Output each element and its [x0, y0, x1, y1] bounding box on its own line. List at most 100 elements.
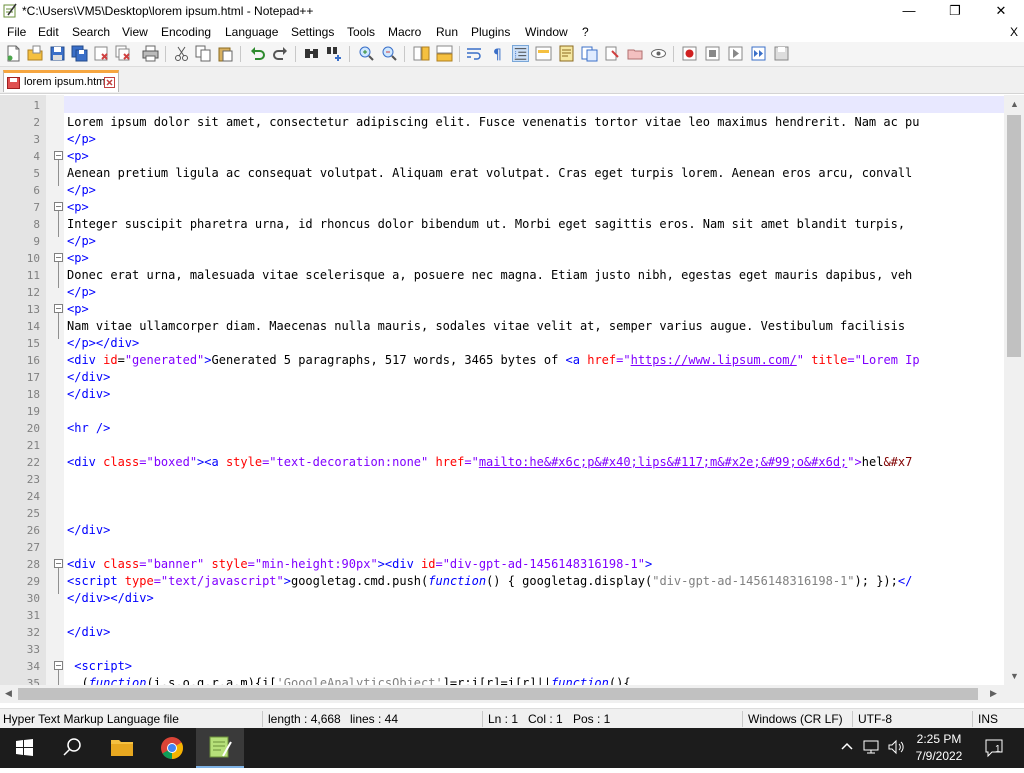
fold-toggle-icon[interactable] [54, 661, 63, 670]
word-wrap-icon[interactable] [466, 45, 483, 62]
menu-language[interactable]: Language [225, 25, 278, 39]
zoom-in-icon[interactable] [358, 45, 375, 62]
menu-file[interactable]: File [7, 25, 26, 39]
status-separator [972, 711, 973, 727]
sync-horizontal-icon[interactable] [436, 45, 453, 62]
network-icon[interactable] [862, 738, 882, 756]
replace-icon[interactable] [326, 45, 343, 62]
notepad-plus-plus-icon[interactable] [196, 728, 244, 768]
code-line: <div id="generated">Generated 5 paragrap… [67, 353, 920, 367]
paste-icon[interactable] [217, 45, 234, 62]
chrome-icon[interactable] [148, 728, 196, 768]
close-icon[interactable] [93, 45, 110, 62]
maximize-button[interactable]: ❐ [932, 0, 978, 22]
line-number: 29 [26, 575, 40, 588]
horizontal-scroll-thumb[interactable] [18, 688, 978, 700]
status-file-type: Hyper Text Markup Language file [3, 712, 179, 726]
code-line: Integer suscipit pharetra urna, id rhonc… [67, 217, 913, 231]
stop-recording-icon[interactable] [704, 45, 721, 62]
fold-toggle-icon[interactable] [54, 202, 63, 211]
status-encoding[interactable]: UTF-8 [858, 712, 892, 726]
redo-icon[interactable] [272, 45, 289, 62]
scroll-down-icon[interactable]: ▼ [1010, 671, 1019, 681]
folder-as-workspace-icon[interactable] [604, 45, 621, 62]
file-explorer-icon[interactable] [98, 728, 146, 768]
status-eol[interactable]: Windows (CR LF) [748, 712, 843, 726]
menu-macro[interactable]: Macro [388, 25, 421, 39]
code-line: </div></div> [67, 591, 154, 605]
cut-icon[interactable] [173, 45, 190, 62]
code-line: <p> [67, 149, 89, 163]
scroll-up-icon[interactable]: ▲ [1010, 99, 1019, 109]
menu-encoding[interactable]: Encoding [161, 25, 211, 39]
fold-toggle-icon[interactable] [54, 253, 63, 262]
line-number: 16 [26, 354, 40, 367]
indent-guide-icon[interactable] [512, 45, 529, 62]
link-lipsum-url[interactable]: https://www.lipsum.com/ [631, 353, 797, 367]
menu-view[interactable]: View [122, 25, 148, 39]
print-icon[interactable] [142, 45, 159, 62]
close-all-icon[interactable] [115, 45, 132, 62]
code-line: <script> [67, 659, 133, 673]
vertical-scrollbar[interactable]: ▲ ▼ [1004, 95, 1024, 685]
line-number: 21 [26, 439, 40, 452]
tab-close-icon[interactable] [104, 77, 115, 88]
code-line: </div> [67, 370, 111, 384]
menu-run[interactable]: Run [436, 25, 458, 39]
tab-lorem-ipsum-html[interactable]: lorem ipsum.html [3, 70, 119, 92]
save-macro-icon[interactable] [773, 45, 790, 62]
save-icon[interactable] [49, 45, 66, 62]
status-insert-mode[interactable]: INS [978, 712, 998, 726]
eye-icon[interactable] [650, 45, 667, 62]
playback-icon[interactable] [727, 45, 744, 62]
copy-icon[interactable] [195, 45, 212, 62]
fold-toggle-icon[interactable] [54, 151, 63, 160]
vertical-scroll-thumb[interactable] [1007, 115, 1021, 357]
show-all-characters-icon[interactable]: ¶ [489, 45, 506, 62]
open-file-icon[interactable] [27, 45, 44, 62]
status-pos: Pos : 1 [573, 712, 611, 726]
new-file-icon[interactable] [5, 45, 22, 62]
undo-icon[interactable] [249, 45, 266, 62]
scroll-right-icon[interactable]: ▶ [990, 688, 997, 699]
toolbar-separator [349, 46, 350, 62]
minimize-button[interactable]: — [886, 0, 932, 22]
scroll-left-icon[interactable]: ◀ [5, 688, 12, 699]
document-map-icon[interactable] [558, 45, 575, 62]
code-line: <p> [67, 200, 89, 214]
windows-start-icon[interactable] [0, 728, 48, 768]
menu-search[interactable]: Search [72, 25, 110, 39]
zoom-out-icon[interactable] [381, 45, 398, 62]
find-icon[interactable] [303, 45, 320, 62]
editor[interactable]: 1 2 3 4 5 6 7 8 9 10 11 12 13 14 15 16 1… [0, 95, 1024, 685]
title-bar: *C:\Users\VM5\Desktop\lorem ipsum.html -… [0, 0, 1024, 22]
close-window-button[interactable]: ✕ [978, 0, 1024, 22]
volume-icon[interactable] [886, 738, 906, 756]
fold-toggle-icon[interactable] [54, 559, 63, 568]
user-language-icon[interactable] [535, 45, 552, 62]
show-hidden-icons-icon[interactable] [838, 738, 856, 756]
unsaved-file-icon [7, 77, 20, 89]
close-document-button[interactable]: X [1010, 25, 1018, 39]
fold-toggle-icon[interactable] [54, 304, 63, 313]
monitoring-icon[interactable] [627, 45, 644, 62]
clock-date[interactable]: 7/9/2022 [904, 749, 974, 763]
run-macro-multiple-icon[interactable] [750, 45, 767, 62]
menu-window[interactable]: Window [525, 25, 568, 39]
menu-settings[interactable]: Settings [291, 25, 334, 39]
record-macro-icon[interactable] [681, 45, 698, 62]
save-all-icon[interactable] [71, 45, 88, 62]
line-number: 4 [33, 150, 40, 163]
horizontal-scrollbar[interactable]: ◀ ▶ [0, 685, 1004, 703]
line-number: 24 [26, 490, 40, 503]
clock-time[interactable]: 2:25 PM [904, 732, 974, 746]
link-mailto[interactable]: mailto:he&#x6c;p&#x40;lips&#117;m&#x2e;&… [479, 455, 847, 469]
menu-plugins[interactable]: Plugins [471, 25, 510, 39]
search-icon[interactable] [48, 728, 96, 768]
menu-edit[interactable]: Edit [38, 25, 59, 39]
sync-vertical-icon[interactable] [413, 45, 430, 62]
function-list-icon[interactable] [581, 45, 598, 62]
menu-help[interactable]: ? [582, 25, 589, 39]
menu-tools[interactable]: Tools [347, 25, 375, 39]
code-line: </p> [67, 234, 96, 248]
